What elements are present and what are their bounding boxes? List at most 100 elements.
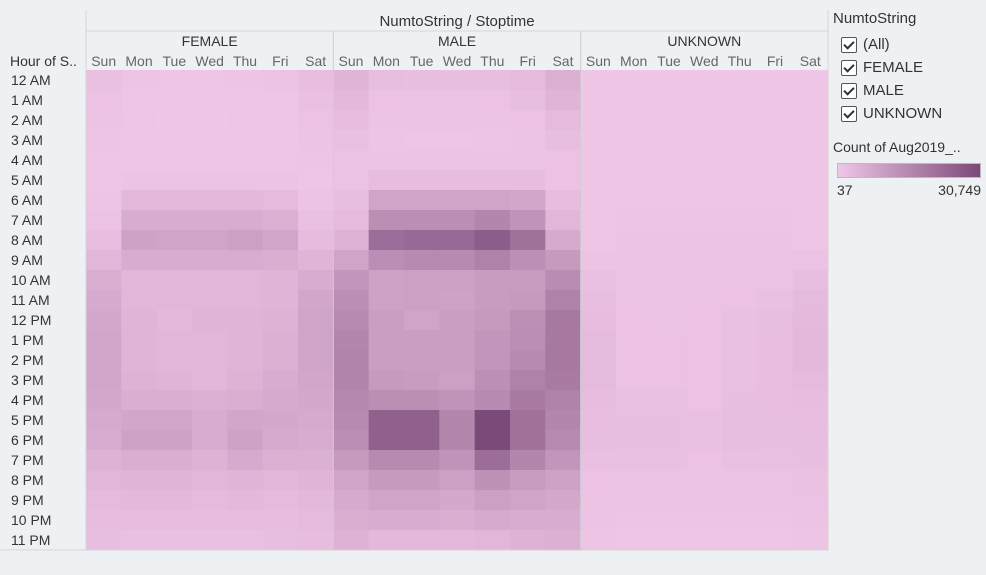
- heatmap-cell: [368, 490, 405, 511]
- heatmap-cell: [580, 230, 617, 251]
- heatmap-cell: [615, 470, 652, 491]
- hour-label: 2 AM: [11, 112, 43, 128]
- heatmap-cell: [580, 390, 617, 411]
- heatmap-cell: [156, 530, 193, 551]
- heatmap-cell: [262, 350, 299, 371]
- heatmap-cell: [686, 190, 723, 211]
- heatmap-cells: [86, 70, 829, 551]
- heatmap-cell: [651, 470, 688, 491]
- heatmap-cell: [721, 230, 758, 251]
- filter-item-male[interactable]: MALE: [833, 79, 983, 102]
- heatmap-cell: [474, 70, 511, 91]
- heatmap-cell: [86, 430, 122, 451]
- heatmap-cell: [615, 350, 652, 371]
- heatmap-cell: [262, 290, 299, 311]
- heatmap-cell: [227, 350, 264, 371]
- filter-item-unknown[interactable]: UNKNOWN: [833, 102, 983, 125]
- heatmap-cell: [651, 410, 688, 431]
- heatmap-cell: [333, 210, 370, 231]
- heatmap-cell: [156, 310, 193, 331]
- heatmap-cell: [686, 470, 723, 491]
- hour-label: 11 PM: [11, 532, 50, 548]
- legend-panel: NumtoString (All) FEMALE MALE UNKNOWN Co…: [833, 10, 983, 198]
- heatmap-cell: [156, 450, 193, 471]
- checkbox-checked-icon[interactable]: [841, 82, 857, 99]
- heatmap-cell: [333, 430, 370, 451]
- heatmap-cell: [404, 350, 440, 371]
- heatmap-cell: [580, 130, 617, 151]
- color-ramp: [837, 163, 981, 178]
- heatmap-cell: [580, 450, 617, 471]
- heatmap-cell: [156, 370, 193, 391]
- heatmap-cell: [368, 410, 405, 431]
- day-label: Wed: [195, 53, 224, 69]
- heatmap-cell: [121, 310, 158, 331]
- heatmap-cell: [651, 70, 688, 91]
- heatmap-cell: [509, 110, 546, 131]
- heatmap-cell: [439, 90, 476, 111]
- heatmap-cell: [439, 450, 476, 471]
- heatmap-cell: [404, 510, 440, 531]
- heatmap-cell: [227, 150, 264, 171]
- heatmap-cell: [156, 470, 193, 491]
- heatmap-cell: [686, 250, 723, 271]
- heatmap-cell: [333, 510, 370, 531]
- heatmap-cell: [580, 470, 617, 491]
- heatmap-cell: [86, 510, 122, 531]
- heatmap-cell: [545, 270, 582, 291]
- heatmap-cell: [651, 190, 688, 211]
- heatmap-cell: [368, 330, 405, 351]
- heatmap-cell: [368, 450, 405, 471]
- hour-label: 5 PM: [11, 412, 44, 428]
- heatmap-cell: [721, 490, 758, 511]
- heatmap-cell: [333, 130, 370, 151]
- heatmap-cell: [262, 310, 299, 331]
- heatmap-cell: [651, 270, 688, 291]
- heatmap-cell: [121, 230, 158, 251]
- heatmap-cell: [262, 430, 299, 451]
- heatmap-cell: [474, 290, 511, 311]
- heatmap-cell: [686, 450, 723, 471]
- heatmap-cell: [439, 510, 476, 531]
- checkbox-checked-icon[interactable]: [841, 36, 857, 53]
- group-label: FEMALE: [182, 33, 238, 49]
- hour-label: 12 PM: [11, 312, 51, 328]
- heatmap-cell: [404, 130, 440, 151]
- heatmap-cell: [545, 470, 582, 491]
- heatmap-cell: [333, 170, 370, 191]
- heatmap-cell: [262, 390, 299, 411]
- filter-title: NumtoString: [833, 10, 917, 27]
- heatmap-cell: [192, 230, 228, 251]
- filter-item-all[interactable]: (All): [833, 33, 983, 56]
- heatmap-cell: [192, 170, 228, 191]
- heatmap-cell: [615, 410, 652, 431]
- filter-item-female[interactable]: FEMALE: [833, 56, 983, 79]
- heatmap-cell: [86, 390, 122, 411]
- color-max-label: 30,749: [938, 182, 981, 198]
- heatmap-cell: [404, 170, 440, 191]
- heatmap-cell: [580, 410, 617, 431]
- heatmap-cell: [686, 150, 723, 171]
- heatmap-cell: [298, 210, 334, 231]
- heatmap-cell: [368, 470, 405, 491]
- heatmap-cell: [757, 430, 794, 451]
- heatmap-cell: [404, 330, 440, 351]
- hour-label: 11 AM: [11, 292, 50, 308]
- heatmap-cell: [439, 190, 476, 211]
- hour-label: 3 AM: [11, 132, 43, 148]
- checkbox-checked-icon[interactable]: [841, 59, 857, 76]
- heatmap-cell: [262, 230, 299, 251]
- group-label: MALE: [438, 33, 476, 49]
- heatmap-cell: [686, 370, 723, 391]
- heatmap-cell: [227, 310, 264, 331]
- heatmap-cell: [368, 390, 405, 411]
- heatmap-cell: [121, 410, 158, 431]
- heatmap-cell: [439, 390, 476, 411]
- heatmap-cell: [439, 330, 476, 351]
- heatmap-cell: [192, 250, 228, 271]
- heatmap-cell: [86, 170, 122, 191]
- day-label: Fri: [519, 53, 535, 69]
- checkbox-checked-icon[interactable]: [841, 105, 857, 122]
- heatmap-cell: [509, 530, 546, 551]
- heatmap-cell: [651, 210, 688, 231]
